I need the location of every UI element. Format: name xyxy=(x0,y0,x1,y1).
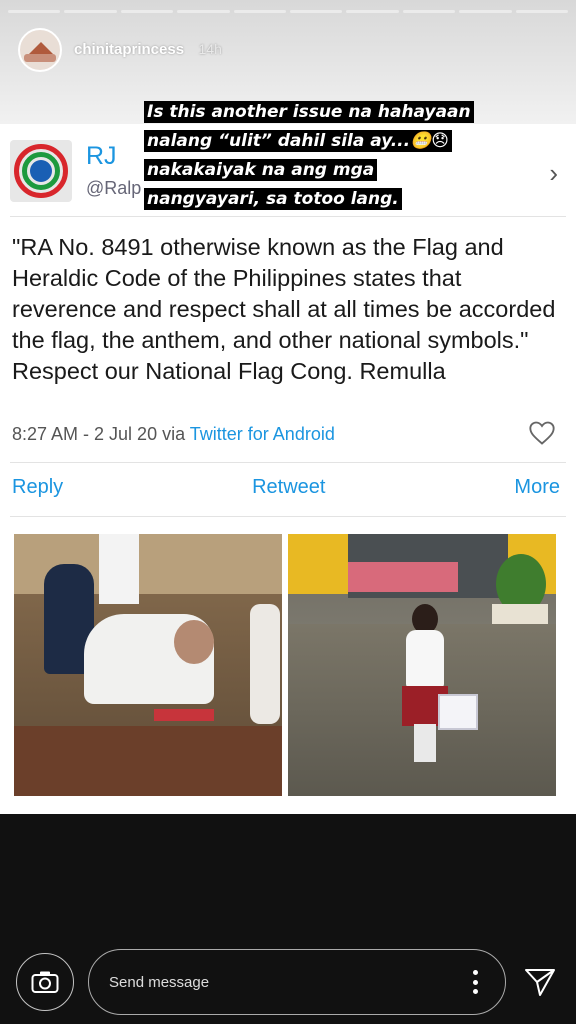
progress-segment xyxy=(459,10,512,13)
avatar-base xyxy=(24,54,56,62)
progress-segment xyxy=(402,10,456,13)
progress-segment xyxy=(8,10,61,13)
send-message-placeholder: Send message xyxy=(109,973,210,991)
progress-segment xyxy=(290,10,343,13)
heart-icon xyxy=(529,421,555,445)
camera-icon xyxy=(31,971,59,993)
story-header: chinitaprincess 14h xyxy=(18,28,222,72)
story-username[interactable]: chinitaprincess xyxy=(74,41,184,58)
tweet-meta: 8:27 AM - 2 Jul 20 via Twitter for Andro… xyxy=(12,424,335,445)
more-options-icon[interactable] xyxy=(473,970,479,994)
divider xyxy=(10,516,566,517)
tweet-avatar xyxy=(10,140,72,202)
photo-head xyxy=(174,620,214,664)
tweet-timestamp: 8:27 AM - 2 Jul 20 via xyxy=(12,424,186,444)
tweet-card: RJ @Ralp › "RA No. 8491 otherwise known … xyxy=(0,124,576,814)
divider xyxy=(10,216,566,217)
photo-legs xyxy=(414,724,436,762)
paper-plane-icon xyxy=(525,969,555,996)
avatar-ring-blue xyxy=(30,160,52,182)
story-progress-bar xyxy=(8,10,569,13)
photo-paper xyxy=(154,709,214,721)
send-message-input[interactable]: Send message xyxy=(88,949,506,1015)
progress-segment xyxy=(233,10,287,13)
tweet-photo-congress xyxy=(14,534,282,796)
progress-segment xyxy=(177,10,230,13)
caption-text: Is this another issue na hahayaan nalang… xyxy=(144,101,474,210)
reply-link: Reply xyxy=(12,476,64,498)
story-caption: Is this another issue na hahayaan nalang… xyxy=(144,98,490,214)
tweet-text: "RA No. 8491 otherwise known as the Flag… xyxy=(12,234,556,384)
photo-bag xyxy=(438,694,478,730)
progress-segment xyxy=(515,10,569,13)
divider xyxy=(10,462,566,463)
camera-button[interactable] xyxy=(16,953,74,1011)
photo-banner-pink xyxy=(348,562,458,592)
tweet-photos xyxy=(14,534,556,796)
story-time: 14h xyxy=(198,41,222,57)
tweet-author-name: RJ xyxy=(86,142,117,170)
photo-chair xyxy=(250,604,280,724)
chevron-right-icon: › xyxy=(549,158,558,188)
tweet-via-link: Twitter for Android xyxy=(189,424,335,444)
progress-segment xyxy=(64,10,117,13)
tweet-author-handle: @Ralp xyxy=(86,178,142,198)
progress-segment xyxy=(120,10,174,13)
tweet-actions: Reply Retweet More xyxy=(12,476,560,499)
retweet-link: Retweet xyxy=(252,476,326,498)
more-link: More xyxy=(514,476,560,498)
tweet-photo-schoolgirl xyxy=(288,534,556,796)
story-reply-bar: Send message xyxy=(0,940,576,1024)
photo-desk xyxy=(14,726,282,796)
photo-figure xyxy=(406,630,444,688)
profile-avatar[interactable] xyxy=(18,28,62,72)
send-button[interactable] xyxy=(520,962,560,1002)
photo-figure xyxy=(99,534,139,604)
progress-segment xyxy=(346,10,399,13)
